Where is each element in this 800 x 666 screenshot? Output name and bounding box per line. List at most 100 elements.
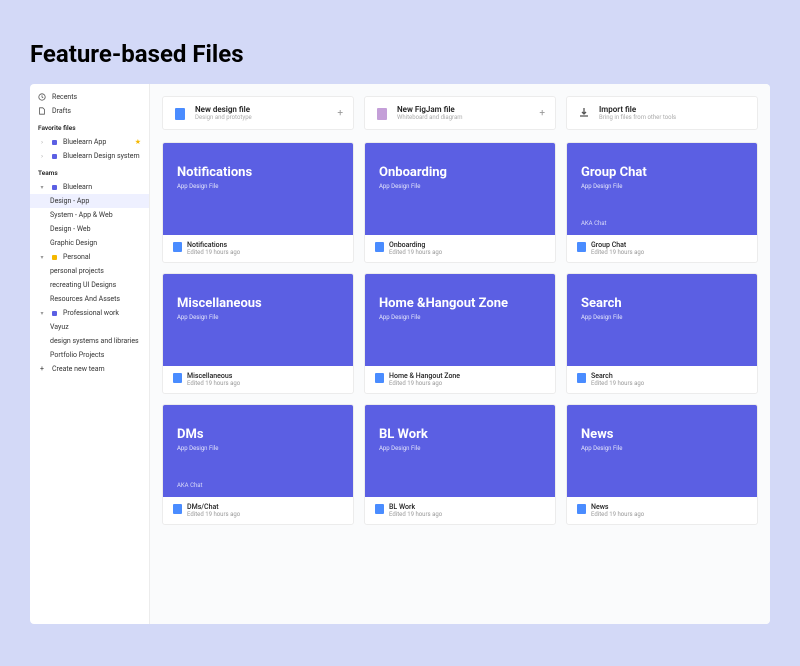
project-label: Graphic Design (50, 239, 97, 247)
file-edited: Edited 19 hours ago (389, 249, 545, 256)
file-thumbnail: Notifications App Design File (163, 143, 353, 235)
action-subtitle: Bring in files from other tools (599, 114, 747, 121)
project-label: Resources And Assets (50, 295, 120, 303)
file-card[interactable]: Group ChatApp Design FileAKA ChatGroup C… (566, 142, 758, 263)
file-meta: NewsEdited 19 hours ago (567, 497, 757, 524)
sidebar-project-item[interactable]: Vayuz (30, 320, 149, 334)
thumb-subtitle: App Design File (581, 183, 743, 190)
file-thumbnail: Group ChatApp Design FileAKA Chat (567, 143, 757, 235)
file-meta: OnboardingEdited 19 hours ago (365, 235, 555, 262)
sidebar-project-item[interactable]: System - App & Web (30, 208, 149, 222)
sidebar-recents[interactable]: Recents (30, 90, 149, 104)
file-card[interactable]: BL Work App Design File BL WorkEdited 19 h… (364, 404, 556, 525)
file-thumbnail: Home &Hangout ZoneApp Design File (365, 274, 555, 366)
sidebar-drafts[interactable]: Drafts (30, 104, 149, 118)
file-name: Search (591, 372, 747, 380)
file-name: Notifications (187, 241, 343, 249)
thumb-title: DMs (177, 427, 339, 442)
sidebar-create-team-label: Create new team (52, 365, 105, 373)
star-icon: ★ (135, 138, 141, 146)
sidebar-favorite-item[interactable]: ›Bluelearn Design system (30, 149, 149, 163)
file-card[interactable]: NotificationsApp Design FileNotification… (162, 142, 354, 263)
import-icon (577, 106, 591, 120)
thumb-title: Group Chat (581, 165, 743, 180)
chevron-down-icon: ▾ (38, 309, 46, 317)
sidebar-favorite-item[interactable]: ›Bluelearn App★ (30, 135, 149, 149)
file-meta: BL WorkEdited 19 hours ago (365, 497, 555, 524)
file-edited: Edited 19 hours ago (389, 380, 545, 387)
design-icon (173, 106, 187, 120)
sidebar-team-header[interactable]: ▾ Personal (30, 250, 149, 264)
sidebar-project-item[interactable]: Resources And Assets (30, 292, 149, 306)
thumb-title: Home &Hangout Zone (379, 296, 541, 311)
team-label: Personal (63, 253, 90, 261)
color-dot-icon (52, 185, 57, 190)
sidebar-project-item[interactable]: design systems and libraries (30, 334, 149, 348)
file-card[interactable]: Home &Hangout ZoneApp Design FileHome & … (364, 273, 556, 394)
design-file-icon (375, 373, 384, 383)
sidebar-project-item[interactable]: Design - App (30, 194, 149, 208)
file-thumbnail: BL Work App Design File (365, 405, 555, 497)
sidebar-create-team[interactable]: + Create new team (30, 362, 149, 376)
color-dot-icon (52, 255, 57, 260)
thumb-subtitle: App Design File (379, 445, 541, 452)
sidebar-project-item[interactable]: Design - Web (30, 222, 149, 236)
thumb-aka: AKA Chat (177, 482, 203, 489)
thumb-title: News (581, 427, 743, 442)
chevron-down-icon: ▾ (38, 253, 46, 261)
action-card-import[interactable]: Import fileBring in files from other too… (566, 96, 758, 130)
design-file-icon (577, 504, 586, 514)
design-file-icon (173, 504, 182, 514)
plus-icon: + (539, 108, 545, 119)
file-card[interactable]: DMsApp Design FileAKA ChatDMs/ChatEdited… (162, 404, 354, 525)
design-file-icon (577, 242, 586, 252)
action-title: New design file (195, 105, 329, 114)
file-meta: DMs/ChatEdited 19 hours ago (163, 497, 353, 524)
thumb-subtitle: App Design File (379, 183, 541, 190)
action-card-figjam[interactable]: New FigJam fileWhiteboard and diagram+ (364, 96, 556, 130)
design-file-icon (173, 373, 182, 383)
file-name: Onboarding (389, 241, 545, 249)
file-card[interactable]: MiscellaneousApp Design FileMiscellaneou… (162, 273, 354, 394)
sidebar-section-favorites: Favorite files (30, 118, 149, 135)
sidebar-project-item[interactable]: Portfolio Projects (30, 348, 149, 362)
sidebar-drafts-label: Drafts (52, 107, 71, 115)
file-meta: Group ChatEdited 19 hours ago (567, 235, 757, 262)
thumb-subtitle: App Design File (177, 183, 339, 190)
project-label: Design - Web (50, 225, 91, 233)
file-card[interactable]: OnboardingApp Design FileOnboardingEdite… (364, 142, 556, 263)
action-title: Import file (599, 105, 747, 114)
sidebar-project-item[interactable]: recreating UI Designs (30, 278, 149, 292)
action-subtitle: Whiteboard and diagram (397, 114, 531, 121)
thumb-title: Onboarding (379, 165, 541, 180)
project-label: Vayuz (50, 323, 69, 331)
action-card-design[interactable]: New design fileDesign and prototype+ (162, 96, 354, 130)
thumb-subtitle: App Design File (581, 314, 743, 321)
action-subtitle: Design and prototype (195, 114, 329, 121)
file-edited: Edited 19 hours ago (187, 249, 343, 256)
file-meta: Home & Hangout ZoneEdited 19 hours ago (365, 366, 555, 393)
file-card[interactable]: SearchApp Design FileSearchEdited 19 hou… (566, 273, 758, 394)
file-meta: SearchEdited 19 hours ago (567, 366, 757, 393)
favorite-label: Bluelearn App (63, 138, 106, 146)
project-label: recreating UI Designs (50, 281, 116, 289)
file-edited: Edited 19 hours ago (591, 380, 747, 387)
sidebar-team-header[interactable]: ▾Professional work (30, 306, 149, 320)
file-card[interactable]: NewsApp Design FileNewsEdited 19 hours a… (566, 404, 758, 525)
favorite-label: Bluelearn Design system (63, 152, 140, 160)
project-label: personal projects (50, 267, 104, 275)
design-file-icon (375, 242, 384, 252)
file-meta: NotificationsEdited 19 hours ago (163, 235, 353, 262)
sidebar-recents-label: Recents (52, 93, 77, 101)
thumb-title: BL Work (379, 427, 541, 442)
file-thumbnail: SearchApp Design File (567, 274, 757, 366)
file-name: Miscellaneous (187, 372, 343, 380)
project-label: design systems and libraries (50, 337, 139, 345)
file-edited: Edited 19 hours ago (389, 511, 545, 518)
sidebar-section-teams: Teams (30, 163, 149, 180)
design-file-icon (577, 373, 586, 383)
sidebar-project-item[interactable]: Graphic Design (30, 236, 149, 250)
sidebar-team-header[interactable]: ▾Bluelearn (30, 180, 149, 194)
sidebar-project-item[interactable]: personal projects (30, 264, 149, 278)
thumb-title: Notifications (177, 165, 339, 180)
